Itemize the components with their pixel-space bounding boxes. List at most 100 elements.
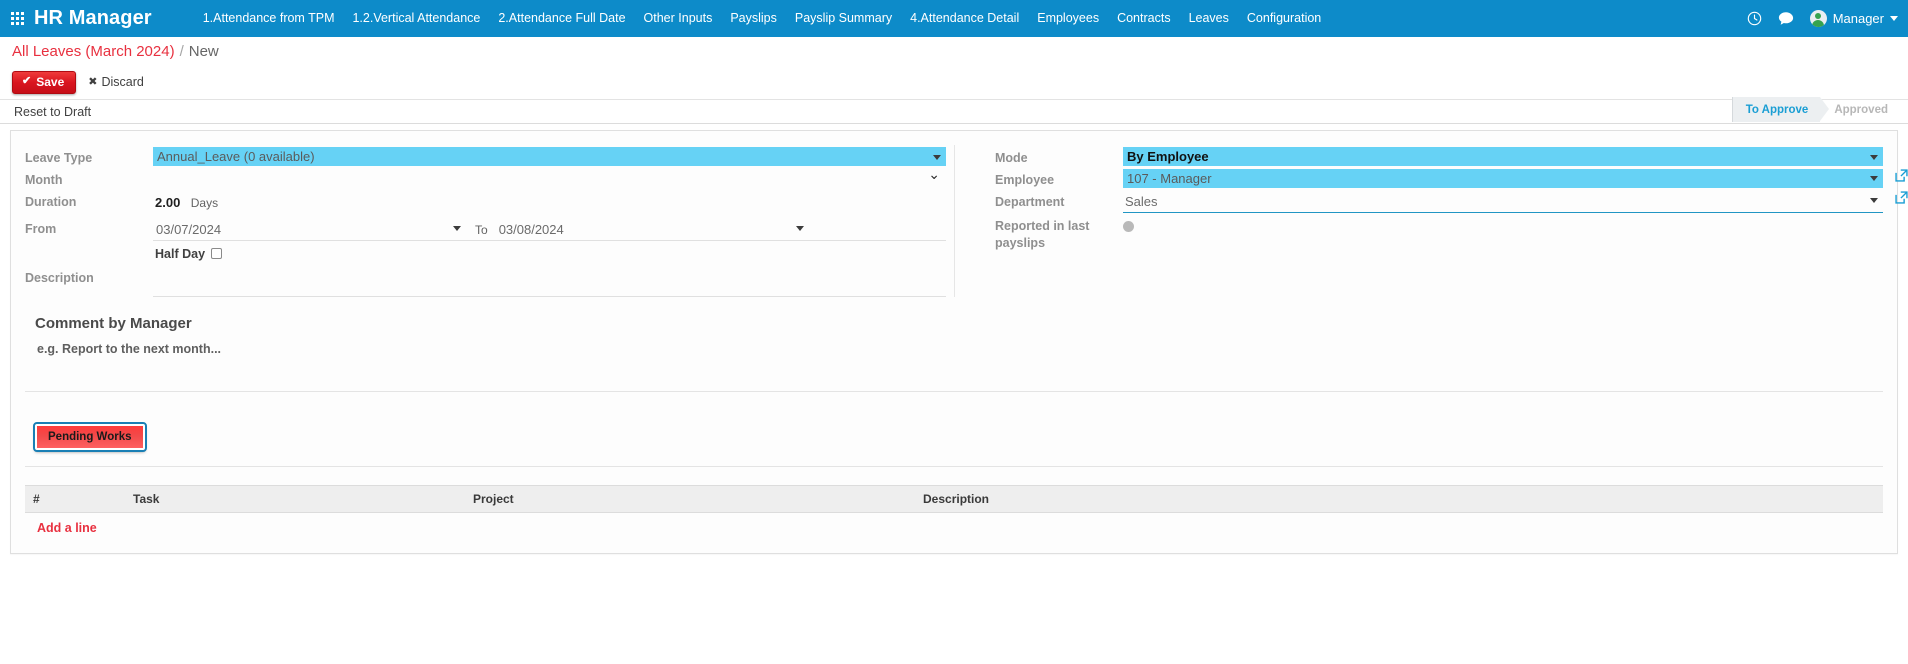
duration-label: Duration	[25, 194, 77, 209]
save-button[interactable]: ✔ Save	[12, 70, 77, 94]
avatar	[1809, 10, 1827, 27]
reported-in-last-payslips-label: Reported in last payslips	[995, 218, 1090, 250]
chevron-down-icon	[1870, 197, 1878, 203]
mode-label: Mode	[995, 151, 1028, 165]
field-reported-in-last-payslips: Reported in last payslips	[995, 213, 1883, 252]
from-label: From	[25, 221, 57, 236]
half-day-checkbox[interactable]	[211, 248, 223, 260]
from-date-value: 03/07/2024	[156, 221, 222, 237]
field-month: Month ⌄	[25, 167, 946, 189]
form-column-right: Mode By Employee Employee 107 - Manager	[954, 145, 1908, 297]
field-leave-type: Leave Type Annual_Leave (0 available)	[25, 145, 946, 167]
nav-item-other-inputs[interactable]: Other Inputs	[635, 0, 722, 37]
column-header-project: Project	[465, 484, 915, 513]
duration-unit: Days	[190, 195, 219, 210]
user-menu[interactable]: Manager	[1809, 10, 1898, 27]
field-half-day: Half Day	[153, 241, 946, 265]
chevron-down-icon	[1870, 176, 1878, 182]
nav-item-payslip-summary[interactable]: Payslip Summary	[786, 0, 901, 37]
external-link-icon[interactable]	[1894, 168, 1908, 183]
breadcrumb-current: New	[188, 42, 219, 60]
field-employee: Employee 107 - Manager	[995, 167, 1908, 189]
stage-approved[interactable]: Approved	[1820, 97, 1900, 122]
comment-placeholder[interactable]: e.g. Report to the next month...	[37, 342, 1883, 356]
statusbar-stages: To Approve Approved	[1731, 97, 1900, 122]
employee-value: 107 - Manager	[1127, 170, 1212, 186]
chevron-down-icon[interactable]: ⌄	[928, 167, 940, 181]
field-description: Description	[25, 265, 946, 297]
field-from-to: From 03/07/2024 To 03/08/2024 Half Day	[25, 216, 946, 265]
leave-type-select[interactable]: Annual_Leave (0 available)	[153, 147, 946, 166]
save-button-label: Save	[36, 74, 65, 89]
app-brand[interactable]: HR Manager	[34, 7, 152, 30]
leave-type-value: Annual_Leave (0 available)	[157, 149, 315, 164]
month-label: Month	[25, 172, 63, 187]
nav-item-attendance-from-tpm[interactable]: 1.Attendance from TPM	[194, 0, 344, 37]
nav-item-attendance-full-date[interactable]: 2.Attendance Full Date	[489, 0, 634, 37]
close-icon: ✖	[88, 75, 98, 88]
nav-item-payslips[interactable]: Payslips	[721, 0, 786, 37]
nav-item-attendance-detail[interactable]: 4.Attendance Detail	[901, 0, 1028, 37]
field-duration: Duration 2.00 Days	[25, 189, 946, 216]
chevron-down-icon	[1870, 154, 1878, 160]
leave-type-label: Leave Type	[25, 151, 93, 165]
stage-to-approve[interactable]: To Approve	[1731, 97, 1829, 122]
top-navbar: HR Manager 1.Attendance from TPM 1.2.Ver…	[0, 0, 1908, 37]
column-header-index: #	[25, 484, 125, 513]
form-column-left: Leave Type Annual_Leave (0 available) Mo…	[25, 145, 954, 297]
add-a-line-button[interactable]: Add a line	[25, 513, 97, 543]
nav-item-employees[interactable]: Employees	[1028, 0, 1108, 37]
to-date-value: 03/08/2024	[498, 221, 564, 237]
reported-in-last-payslips-toggle[interactable]	[1123, 220, 1134, 232]
chat-bubble-icon[interactable]	[1778, 11, 1794, 26]
navbar-right-tools: Manager	[1747, 0, 1898, 37]
employee-label: Employee	[995, 172, 1055, 187]
comment-input[interactable]	[25, 362, 1883, 392]
field-mode: Mode By Employee	[995, 145, 1883, 167]
half-day-label: Half Day	[155, 246, 206, 261]
employee-select[interactable]: 107 - Manager	[1123, 168, 1883, 188]
description-label: Description	[25, 270, 94, 285]
form-sheet: Leave Type Annual_Leave (0 available) Mo…	[10, 130, 1908, 554]
chevron-down-icon	[453, 225, 461, 231]
status-bar: Reset to Draft To Approve Approved	[0, 97, 1908, 124]
apps-grid-icon[interactable]	[0, 0, 34, 37]
main-menu: 1.Attendance from TPM 1.2.Vertical Atten…	[194, 0, 1331, 37]
department-input[interactable]	[1123, 190, 1883, 212]
divider	[25, 465, 1883, 467]
nav-item-contracts[interactable]: Contracts	[1108, 0, 1180, 37]
chevron-down-icon	[1890, 16, 1898, 21]
to-date-input[interactable]: 03/08/2024	[496, 220, 806, 240]
record-action-bar: ✔ Save ✖ Discard	[0, 65, 1908, 99]
column-header-task: Task	[125, 484, 465, 513]
mode-value: By Employee	[1127, 149, 1209, 164]
from-date-input[interactable]: 03/07/2024	[153, 220, 463, 240]
check-icon: ✔	[22, 75, 32, 87]
breadcrumb: All Leaves (March 2024) / New	[0, 37, 1908, 65]
description-input[interactable]	[153, 267, 946, 297]
comment-section-title: Comment by Manager	[35, 314, 192, 332]
clock-icon[interactable]	[1747, 11, 1762, 26]
discard-button[interactable]: ✖ Discard	[88, 75, 144, 89]
column-header-description: Description	[915, 484, 1883, 513]
user-name: Manager	[1832, 11, 1884, 26]
form-columns: Leave Type Annual_Leave (0 available) Mo…	[25, 145, 1908, 297]
to-label: To	[475, 222, 488, 237]
pending-works-wrapper: Pending Works	[33, 421, 1883, 452]
pending-works-button[interactable]: Pending Works	[33, 421, 147, 452]
chevron-down-icon	[795, 225, 804, 231]
breadcrumb-parent-link[interactable]: All Leaves (March 2024)	[12, 43, 175, 60]
breadcrumb-separator: /	[179, 42, 184, 60]
duration-value: 2.00	[155, 194, 181, 210]
table-header-row: # Task Project Description	[25, 484, 1883, 513]
nav-item-leaves[interactable]: Leaves	[1180, 0, 1238, 37]
form-sheet-wrapper: Leave Type Annual_Leave (0 available) Mo…	[0, 124, 1908, 554]
mode-select[interactable]: By Employee	[1123, 147, 1883, 166]
reset-to-draft-button[interactable]: Reset to Draft	[8, 105, 91, 119]
pending-works-table: # Task Project Description Add a line	[25, 484, 1883, 543]
chevron-down-icon	[933, 154, 941, 160]
discard-button-label: Discard	[101, 75, 144, 89]
external-link-icon[interactable]	[1894, 190, 1908, 205]
nav-item-configuration[interactable]: Configuration	[1238, 0, 1330, 37]
nav-item-vertical-attendance[interactable]: 1.2.Vertical Attendance	[343, 0, 489, 37]
